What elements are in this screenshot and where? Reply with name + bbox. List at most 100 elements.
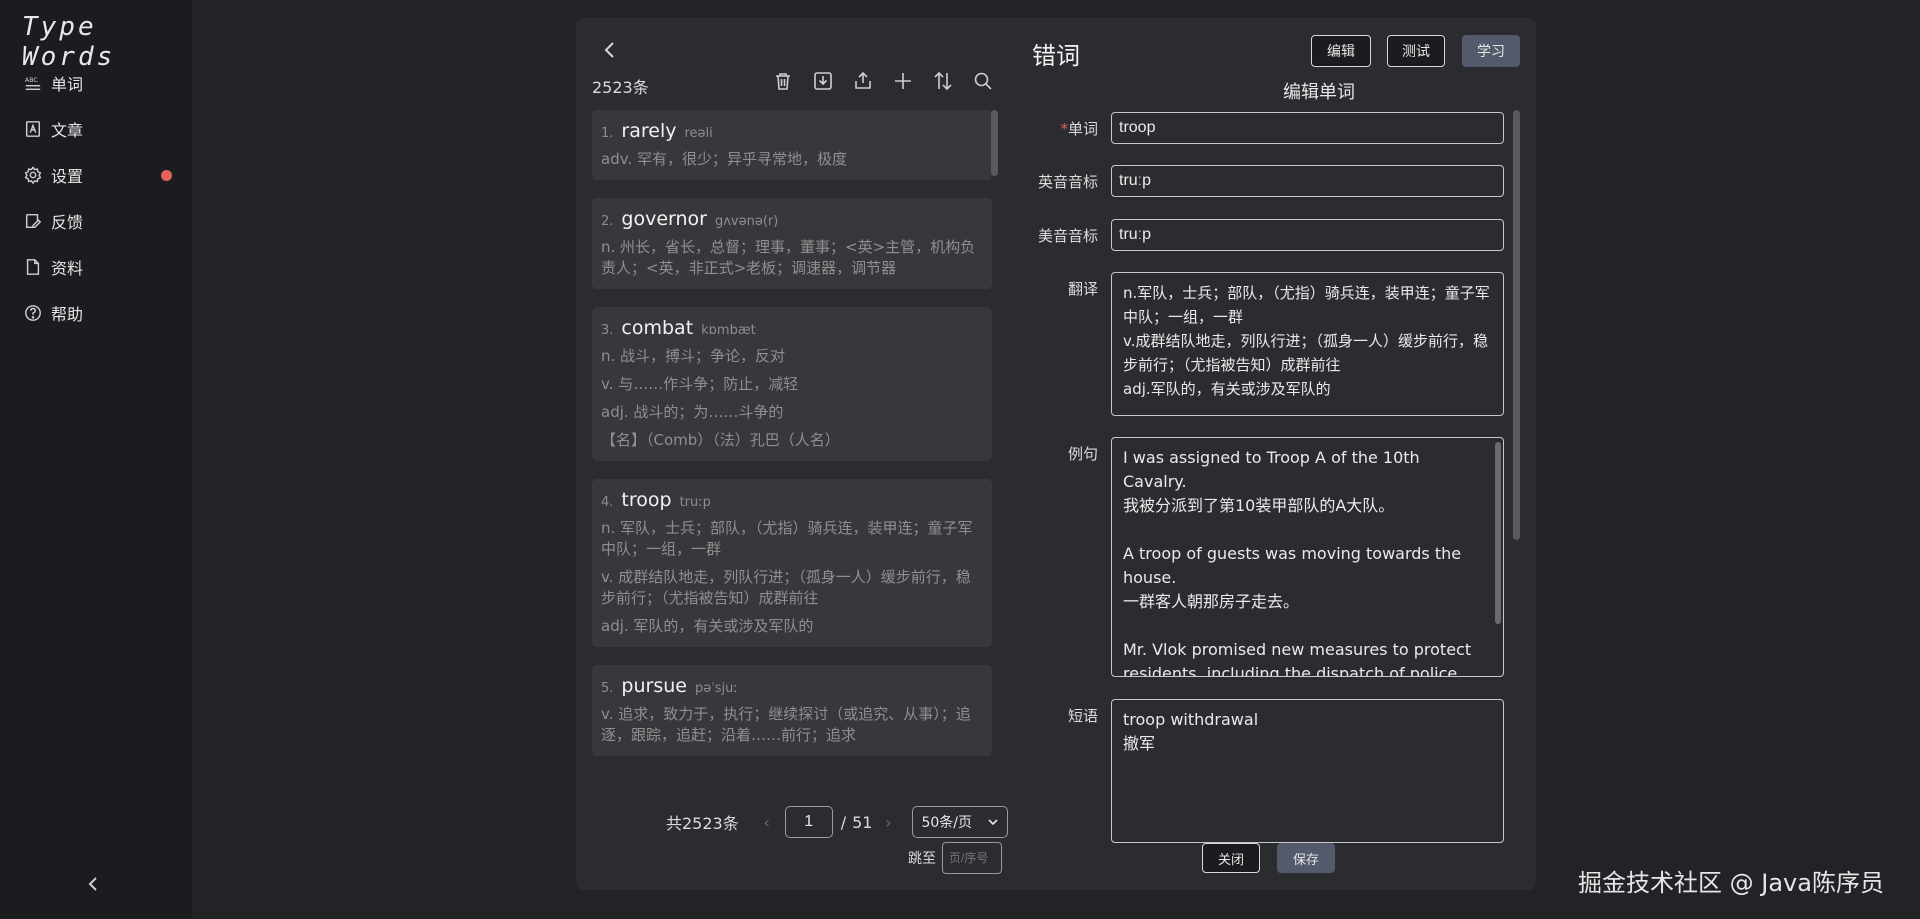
chevron-down-icon [988, 819, 999, 826]
import-icon [814, 72, 832, 90]
us-phonetic-label: 美音音标 [1037, 227, 1098, 245]
word-count: 2523条 [592, 78, 649, 97]
translation-label: 翻译 [1067, 280, 1098, 298]
sidebar-item-resources[interactable]: 资料 [24, 244, 172, 290]
word-phonetic: reəli [684, 126, 713, 141]
phrase-label: 短语 [1067, 707, 1098, 725]
us-phonetic-input[interactable] [1111, 219, 1504, 251]
close-button[interactable]: 关闭 [1202, 843, 1260, 873]
test-button[interactable]: 测试 [1387, 35, 1445, 67]
word-card[interactable]: 5. pursue pəˈsjuː v. 追求，致力于，执行；继续探讨（或追究、从事… [592, 665, 992, 756]
pagination: 共2523条 ‹ / 51 › 50条/页 [666, 806, 1009, 838]
word-phonetic: truːp [679, 495, 711, 510]
word-translation: n. 战斗，搏斗；争论，反对 [601, 347, 786, 365]
trash-icon [776, 73, 790, 90]
collapse-sidebar-button[interactable] [86, 876, 106, 896]
file-icon [26, 259, 40, 275]
jump-to-page: 跳至 [908, 842, 1002, 874]
word-text: troop [621, 489, 672, 511]
word-text: pursue [621, 675, 687, 697]
sidebar-item-articles[interactable]: 文章 [24, 106, 172, 152]
uk-phonetic-input[interactable] [1111, 165, 1504, 197]
form-title: 编辑单词 [1283, 82, 1355, 103]
add-button[interactable] [892, 70, 914, 92]
search-icon [974, 72, 992, 90]
translation-textarea[interactable]: n.军队，士兵；部队，（尤指）骑兵连，装甲连；童子军中队；一组，一群 v.成群结… [1111, 272, 1504, 416]
pagination-total: 共2523条 [666, 814, 739, 833]
page-number-input[interactable] [784, 806, 833, 838]
gear-icon [24, 166, 42, 184]
example-textarea[interactable]: I was assigned to Troop A of the 10th Ca… [1111, 437, 1504, 677]
required-mark: * [1060, 120, 1068, 138]
word-card[interactable]: 3. combat kɒmbæt n. 战斗，搏斗；争论，反对 v. 与……作斗争；… [592, 307, 992, 461]
word-card[interactable]: 4. troop truːp n. 军队，士兵；部队，（尤指）骑兵连，装甲连；童子军… [592, 479, 992, 647]
sort-button[interactable] [932, 70, 954, 92]
word-translation: 【名】（Comb）（法）孔巴（人名） [601, 431, 840, 449]
sidebar-item-settings[interactable]: 设置 [24, 152, 172, 198]
back-button[interactable] [600, 40, 620, 60]
chevron-left-icon [88, 877, 97, 891]
word-text: combat [621, 317, 694, 339]
svg-text:ABC: ABC [25, 77, 39, 84]
word-card[interactable]: 2. governor gʌvənə(r) n. 州长，省长，总督；理事，董事；<英… [592, 198, 992, 289]
word-phonetic: gʌvənə(r) [714, 214, 779, 229]
sidebar-item-label: 资料 [51, 259, 84, 278]
feedback-icon [25, 213, 42, 229]
word-translation: adj. 军队的，有关或涉及军队的 [601, 617, 814, 635]
sidebar-item-label: 帮助 [51, 305, 84, 324]
word-translation: n. 军队，士兵；部队，（尤指）骑兵连，装甲连；童子军中队；一组，一群 [601, 519, 973, 558]
sort-icon [934, 71, 952, 91]
learn-button[interactable]: 学习 [1462, 35, 1520, 67]
plus-icon [895, 73, 911, 89]
word-translation: v. 追求，致力于，执行；继续探讨（或追究、从事）；追逐，跟踪，追赶；沿着……前… [601, 705, 971, 744]
word-phonetic: kɒmbæt [701, 323, 756, 338]
page-size-select[interactable]: 50条/页 [912, 806, 1009, 838]
sidebar-nav: ABC 单词 文章 设置 反馈 资料 帮助 [24, 60, 172, 336]
word-card[interactable]: 1. rarely reəli adv. 罕有，很少；异乎寻常地，极度 [592, 110, 992, 180]
sidebar-item-help[interactable]: 帮助 [24, 290, 172, 336]
word-translation: v. 与……作斗争；防止，减轻 [601, 375, 799, 393]
jump-input[interactable] [942, 842, 1002, 874]
sidebar-item-label: 设置 [51, 167, 84, 186]
article-icon [25, 121, 41, 137]
save-button[interactable]: 保存 [1277, 843, 1335, 873]
next-page-button[interactable]: › [878, 813, 898, 832]
chevron-left-icon [604, 42, 614, 58]
word-input[interactable] [1111, 112, 1504, 144]
word-text: rarely [621, 120, 677, 142]
uk-phonetic-label: 英音音标 [1037, 173, 1098, 191]
edit-button[interactable]: 编辑 [1311, 35, 1371, 67]
jump-label: 跳至 [908, 851, 936, 867]
form-scrollbar[interactable] [1513, 110, 1520, 540]
sidebar-item-feedback[interactable]: 反馈 [24, 198, 172, 244]
word-index: 1. [601, 126, 614, 141]
help-icon [25, 305, 41, 321]
word-index: 5. [601, 681, 614, 696]
word-index: 2. [601, 214, 614, 229]
list-toolbar [772, 70, 994, 92]
phrase-textarea[interactable]: troop withdrawal 撤军 [1111, 699, 1504, 843]
word-label: *单词 [1032, 118, 1098, 139]
notification-dot [161, 170, 172, 181]
search-button[interactable] [972, 70, 994, 92]
word-phonetic: pəˈsjuː [694, 681, 738, 696]
word-index: 3. [601, 323, 614, 338]
example-label: 例句 [1067, 445, 1098, 463]
delete-button[interactable] [772, 70, 794, 92]
export-button[interactable] [852, 70, 874, 92]
sidebar-item-label: 文章 [51, 121, 84, 140]
page-title: 错词 [1032, 42, 1080, 70]
word-list-scrollbar[interactable] [991, 110, 998, 176]
word-translation: adj. 战斗的；为……斗争的 [601, 403, 784, 421]
prev-page-button[interactable]: ‹ [757, 813, 777, 832]
word-text: governor [621, 208, 707, 230]
sidebar-item-words[interactable]: ABC 单词 [24, 60, 172, 106]
sidebar-item-label: 单词 [51, 75, 84, 94]
import-button[interactable] [812, 70, 834, 92]
word-translation: adv. 罕有，很少；异乎寻常地，极度 [601, 150, 847, 168]
word-translation: n. 州长，省长，总督；理事，董事；<英>主管，机构负责人；<英，非正式>老板；… [601, 238, 976, 277]
abc-icon: ABC [25, 77, 41, 91]
sidebar-item-label: 反馈 [51, 213, 84, 232]
example-scrollbar[interactable] [1495, 442, 1501, 624]
word-list: 1. rarely reəli adv. 罕有，很少；异乎寻常地，极度 2. gove… [592, 110, 996, 790]
